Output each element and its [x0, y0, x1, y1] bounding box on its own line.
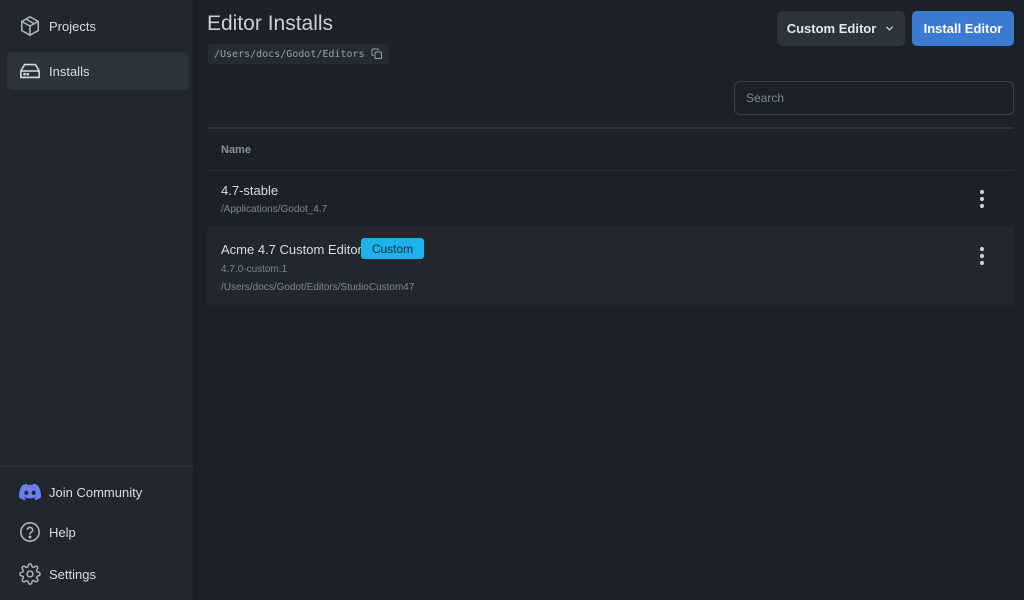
- installs-table: Name 4.7-stable /Applications/Godot_4.7 …: [207, 127, 1014, 305]
- install-path-text: /Users/docs/Godot/Editors: [214, 48, 365, 60]
- sidebar-item-installs[interactable]: Installs: [7, 52, 189, 90]
- editor-path: /Users/docs/Godot/Editors/StudioCustom47: [221, 282, 415, 293]
- sidebar: Projects Installs Join Community Help Se…: [0, 0, 194, 600]
- sidebar-item-label: Join Community: [49, 484, 143, 500]
- editor-name: Acme 4.7 Custom Editor: [221, 242, 362, 257]
- package-icon: [18, 14, 42, 38]
- copy-icon[interactable]: [371, 48, 383, 60]
- table-row[interactable]: 4.7-stable /Applications/Godot_4.7: [207, 171, 1014, 227]
- page-title: Editor Installs: [207, 12, 334, 35]
- editor-path: /Applications/Godot_4.7: [221, 204, 328, 215]
- editor-name: 4.7-stable: [221, 183, 279, 198]
- table-row[interactable]: Acme 4.7 Custom Editor Custom 4.7.0-cust…: [207, 227, 1014, 305]
- custom-editor-label: Custom Editor: [786, 21, 877, 36]
- more-options-icon[interactable]: [974, 187, 990, 211]
- main-content: Editor Installs /Users/docs/Godot/Editor…: [194, 0, 1024, 600]
- sidebar-item-label: Projects: [49, 18, 96, 34]
- install-editor-button[interactable]: Install Editor: [912, 11, 1014, 46]
- sidebar-item-join-community[interactable]: Join Community: [7, 473, 189, 511]
- sidebar-item-label: Help: [49, 524, 76, 540]
- chevron-down-icon: [884, 23, 895, 34]
- sidebar-item-projects[interactable]: Projects: [7, 7, 189, 45]
- search-input[interactable]: [734, 81, 1014, 115]
- discord-icon: [18, 480, 42, 504]
- sidebar-divider: [0, 466, 194, 467]
- install-editor-label: Install Editor: [923, 21, 1003, 36]
- sidebar-item-help[interactable]: Help: [7, 513, 189, 551]
- sidebar-item-settings[interactable]: Settings: [7, 555, 189, 593]
- gear-icon: [18, 562, 42, 586]
- custom-badge: Custom: [361, 238, 424, 259]
- sidebar-item-label: Settings: [49, 566, 96, 582]
- column-header-name: Name: [207, 129, 1014, 171]
- sidebar-item-label: Installs: [49, 63, 90, 79]
- custom-editor-button[interactable]: Custom Editor: [777, 11, 905, 46]
- help-circle-icon: [18, 520, 42, 544]
- hard-drive-icon: [18, 59, 42, 83]
- editor-version: 4.7.0-custom.1: [221, 264, 288, 275]
- more-options-icon[interactable]: [974, 244, 990, 268]
- install-path-chip: /Users/docs/Godot/Editors: [208, 44, 389, 64]
